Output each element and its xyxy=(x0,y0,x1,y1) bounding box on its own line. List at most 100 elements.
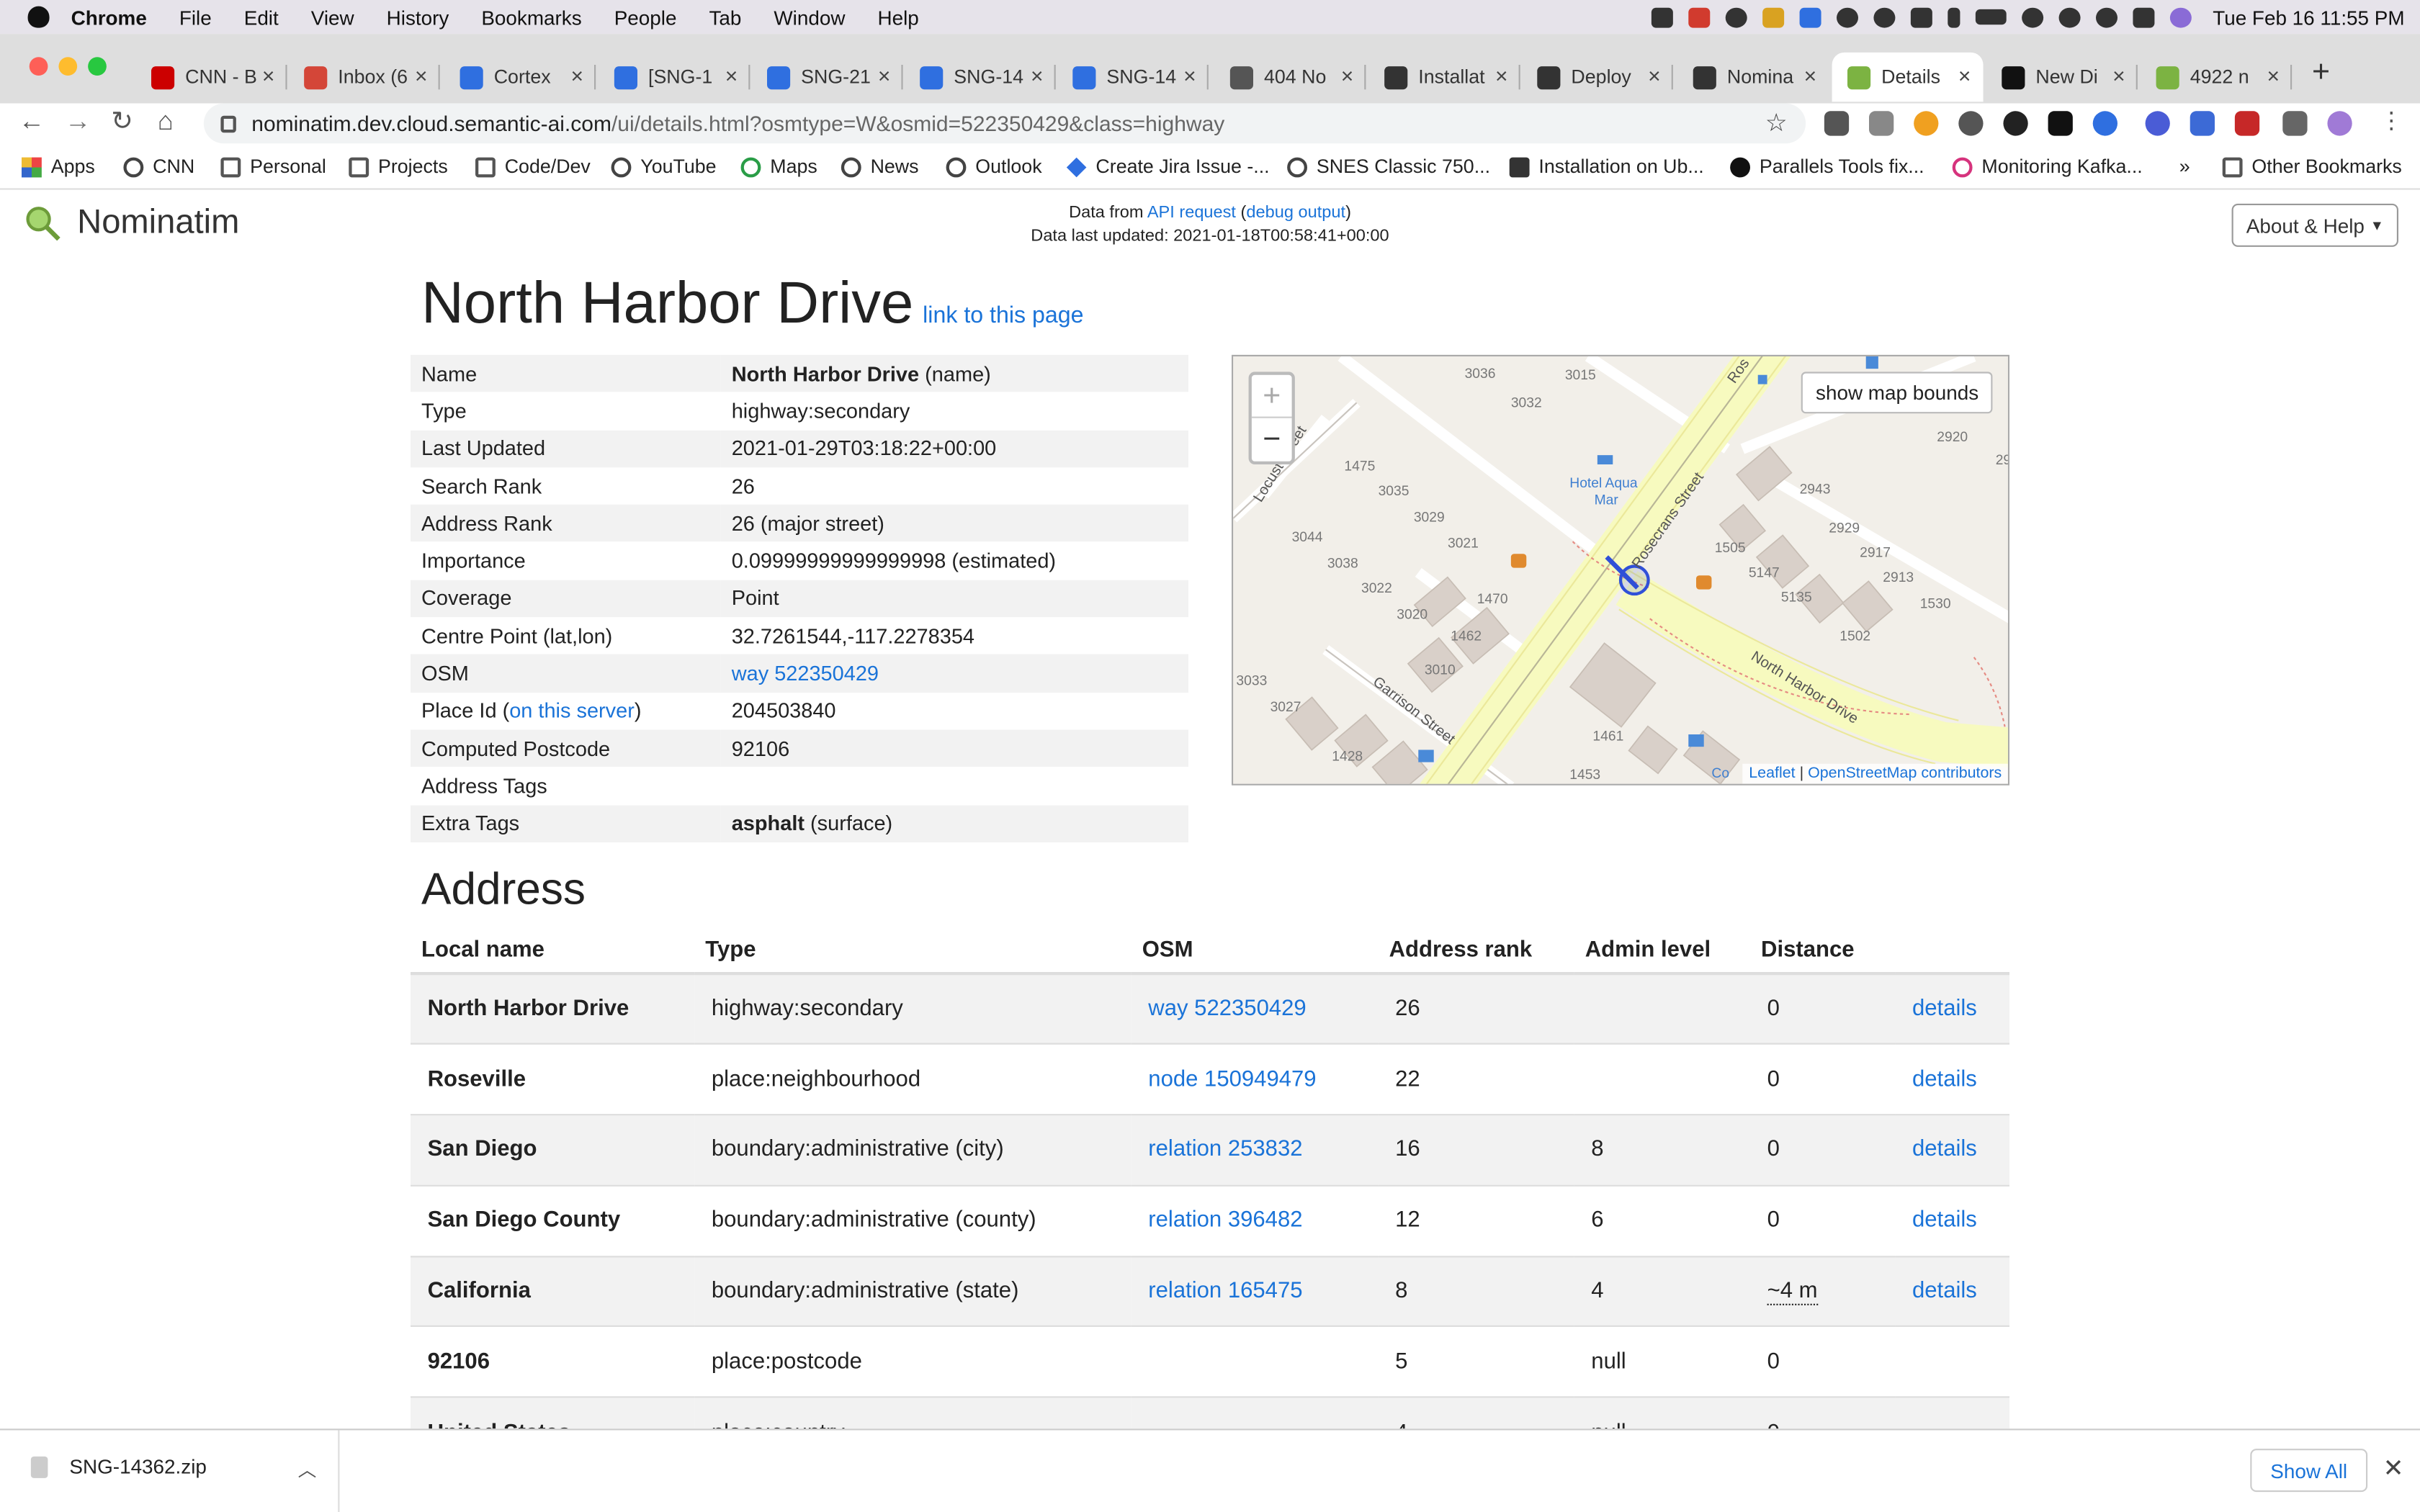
kebab-menu-icon[interactable]: ⋮ xyxy=(2380,107,2403,134)
show-all-downloads-button[interactable]: Show All xyxy=(2250,1449,2368,1493)
bookmark-parallels-tools-fix[interactable]: Parallels Tools fix... xyxy=(1730,156,1924,177)
user-status-icon[interactable] xyxy=(2058,6,2080,27)
details-link[interactable]: details xyxy=(1912,1208,1977,1233)
browser-tab[interactable]: CNN - B × xyxy=(136,53,287,102)
norton-status-icon[interactable] xyxy=(1762,6,1784,27)
browser-tab[interactable]: [SNG-1 × xyxy=(599,53,750,102)
browser-tab[interactable]: Nomina × xyxy=(1677,53,1829,102)
on-this-server-link[interactable]: on this server xyxy=(509,699,635,722)
bookmark-other-bookmarks[interactable]: Other Bookmarks xyxy=(2222,156,2402,177)
close-tab-icon[interactable]: × xyxy=(570,63,583,88)
notification-extension-icon[interactable] xyxy=(2234,111,2260,136)
show-map-bounds-button[interactable]: show map bounds xyxy=(1801,372,1993,414)
menu-app-name[interactable]: Chrome xyxy=(71,6,147,29)
bbedit-status-icon[interactable] xyxy=(1910,6,1932,27)
menu-file[interactable]: File xyxy=(179,6,212,29)
parallels-status-icon[interactable] xyxy=(1688,6,1710,27)
menu-help[interactable]: Help xyxy=(877,6,918,29)
browser-tab[interactable]: SNG-14 × xyxy=(905,53,1056,102)
spotlight-search-icon[interactable] xyxy=(2095,6,2118,27)
close-tab-icon[interactable]: × xyxy=(2112,63,2125,88)
minimize-window-button[interactable] xyxy=(58,57,78,76)
address-bar[interactable]: nominatim.dev.cloud.semantic-ai.com/ui/d… xyxy=(203,103,1806,144)
menu-edit[interactable]: Edit xyxy=(244,6,279,29)
leaflet-link[interactable]: Leaflet xyxy=(1749,765,1795,783)
close-tab-icon[interactable]: × xyxy=(1341,63,1354,88)
new-tab-plus-icon[interactable]: + xyxy=(2312,55,2330,91)
bookmark-cnn[interactable]: CNN xyxy=(123,156,194,177)
bbedit-extension-icon[interactable] xyxy=(2048,111,2073,136)
close-tab-icon[interactable]: × xyxy=(878,63,891,88)
close-tab-icon[interactable]: × xyxy=(1958,63,1971,88)
browser-tab[interactable]: 404 No × xyxy=(1214,53,1366,102)
close-tab-icon[interactable]: × xyxy=(1804,63,1817,88)
close-icon[interactable]: ✕ xyxy=(2383,1454,2404,1485)
forward-arrow-icon[interactable]: → xyxy=(65,107,91,138)
settings-extension-icon[interactable] xyxy=(1958,111,1984,136)
close-tab-icon[interactable]: × xyxy=(1183,63,1196,88)
browser-tab[interactable]: Cortex × xyxy=(444,53,596,102)
details-link[interactable]: details xyxy=(1912,1138,1977,1162)
bookmark-youtube[interactable]: YouTube xyxy=(611,156,717,177)
browser-tab[interactable]: Installat × xyxy=(1369,53,1520,102)
github-status-icon[interactable] xyxy=(1725,6,1747,27)
bluetooth-icon[interactable] xyxy=(1947,6,1960,27)
circle-extension-icon[interactable] xyxy=(2003,111,2028,136)
menu-view[interactable]: View xyxy=(311,6,354,29)
wifi-icon[interactable] xyxy=(2021,6,2043,27)
link-to-this-page[interactable]: link to this page xyxy=(923,302,1083,328)
menu-people[interactable]: People xyxy=(614,6,677,29)
control-center-icon[interactable] xyxy=(2132,6,2154,27)
bookmark-code-dev[interactable]: Code/Dev xyxy=(475,156,591,177)
close-tab-icon[interactable]: × xyxy=(1495,63,1508,88)
osm-link[interactable]: node 150949479 xyxy=(1148,1067,1316,1092)
close-tab-icon[interactable]: × xyxy=(725,63,738,88)
bookmark-installation-on-ubuntu[interactable]: Installation on Ub... xyxy=(1509,156,1704,177)
bookmark-news[interactable]: News xyxy=(841,156,919,177)
zoom-status-icon[interactable] xyxy=(1651,6,1673,27)
menu-bookmarks[interactable]: Bookmarks xyxy=(481,6,581,29)
onepassword-status-icon[interactable] xyxy=(1873,6,1895,27)
details-link[interactable]: details xyxy=(1912,1067,1977,1092)
honey-extension-icon[interactable] xyxy=(1914,111,1939,136)
zoom-out-button[interactable]: − xyxy=(1252,418,1292,462)
cloud-status-icon[interactable] xyxy=(1836,6,1858,27)
back-arrow-icon[interactable]: ← xyxy=(19,107,45,138)
battery-icon[interactable] xyxy=(1975,9,2007,25)
bookmark-personal[interactable]: Personal xyxy=(220,156,326,177)
bookmark-apps[interactable]: Apps xyxy=(22,156,95,177)
remote-desktop-status-icon[interactable] xyxy=(1798,6,1821,27)
zoom-in-button[interactable]: + xyxy=(1251,375,1292,418)
new-badge-extension-icon[interactable] xyxy=(2092,111,2118,136)
osm-link[interactable]: way 522350429 xyxy=(1148,997,1306,1022)
browser-tab[interactable]: Deploy × xyxy=(1522,53,1673,102)
osm-link[interactable]: relation 253832 xyxy=(1148,1138,1302,1162)
bookmark-create-jira-issue[interactable]: Create Jira Issue -... xyxy=(1066,156,1270,177)
check-extension-icon[interactable] xyxy=(2145,111,2170,136)
browser-tab[interactable]: Details × xyxy=(1832,52,1984,102)
osm-link[interactable]: relation 396482 xyxy=(1148,1208,1302,1233)
browser-tab[interactable]: SNG-21 × xyxy=(752,53,903,102)
osm-contributors-link[interactable]: OpenStreetMap contributors xyxy=(1808,765,2002,783)
close-tab-icon[interactable]: × xyxy=(1648,63,1661,88)
eyedropper-extension-icon[interactable] xyxy=(1824,111,1850,136)
menu-history[interactable]: History xyxy=(387,6,449,29)
download-item[interactable]: SNG-14362.zip xyxy=(30,1455,207,1478)
bookmark-maps[interactable]: Maps xyxy=(740,156,817,177)
about-help-dropdown[interactable]: About & Help ▼ xyxy=(2231,203,2398,247)
menu-window[interactable]: Window xyxy=(774,6,845,29)
menu-clock[interactable]: Tue Feb 16 11:55 PM xyxy=(2213,6,2404,29)
close-tab-icon[interactable]: × xyxy=(2267,63,2280,88)
location-map[interactable]: Locust Street Rosecrans Street Garrison … xyxy=(1232,354,2009,786)
details-link[interactable]: details xyxy=(1912,1279,1977,1304)
osm-link[interactable]: relation 165475 xyxy=(1148,1279,1302,1304)
shield-extension-icon[interactable] xyxy=(2190,111,2215,136)
browser-tab[interactable]: 4922 n × xyxy=(2141,53,2293,102)
close-tab-icon[interactable]: × xyxy=(415,63,428,88)
extensions-puzzle-icon[interactable] xyxy=(2282,111,2308,136)
bookmark-projects[interactable]: Projects xyxy=(349,156,448,177)
menu-tab[interactable]: Tab xyxy=(709,6,741,29)
bookmark-monitoring-kafka[interactable]: Monitoring Kafka... xyxy=(1952,156,2143,177)
debug-output-link[interactable]: debug output xyxy=(1246,204,1345,222)
details-link[interactable]: details xyxy=(1912,997,1977,1022)
